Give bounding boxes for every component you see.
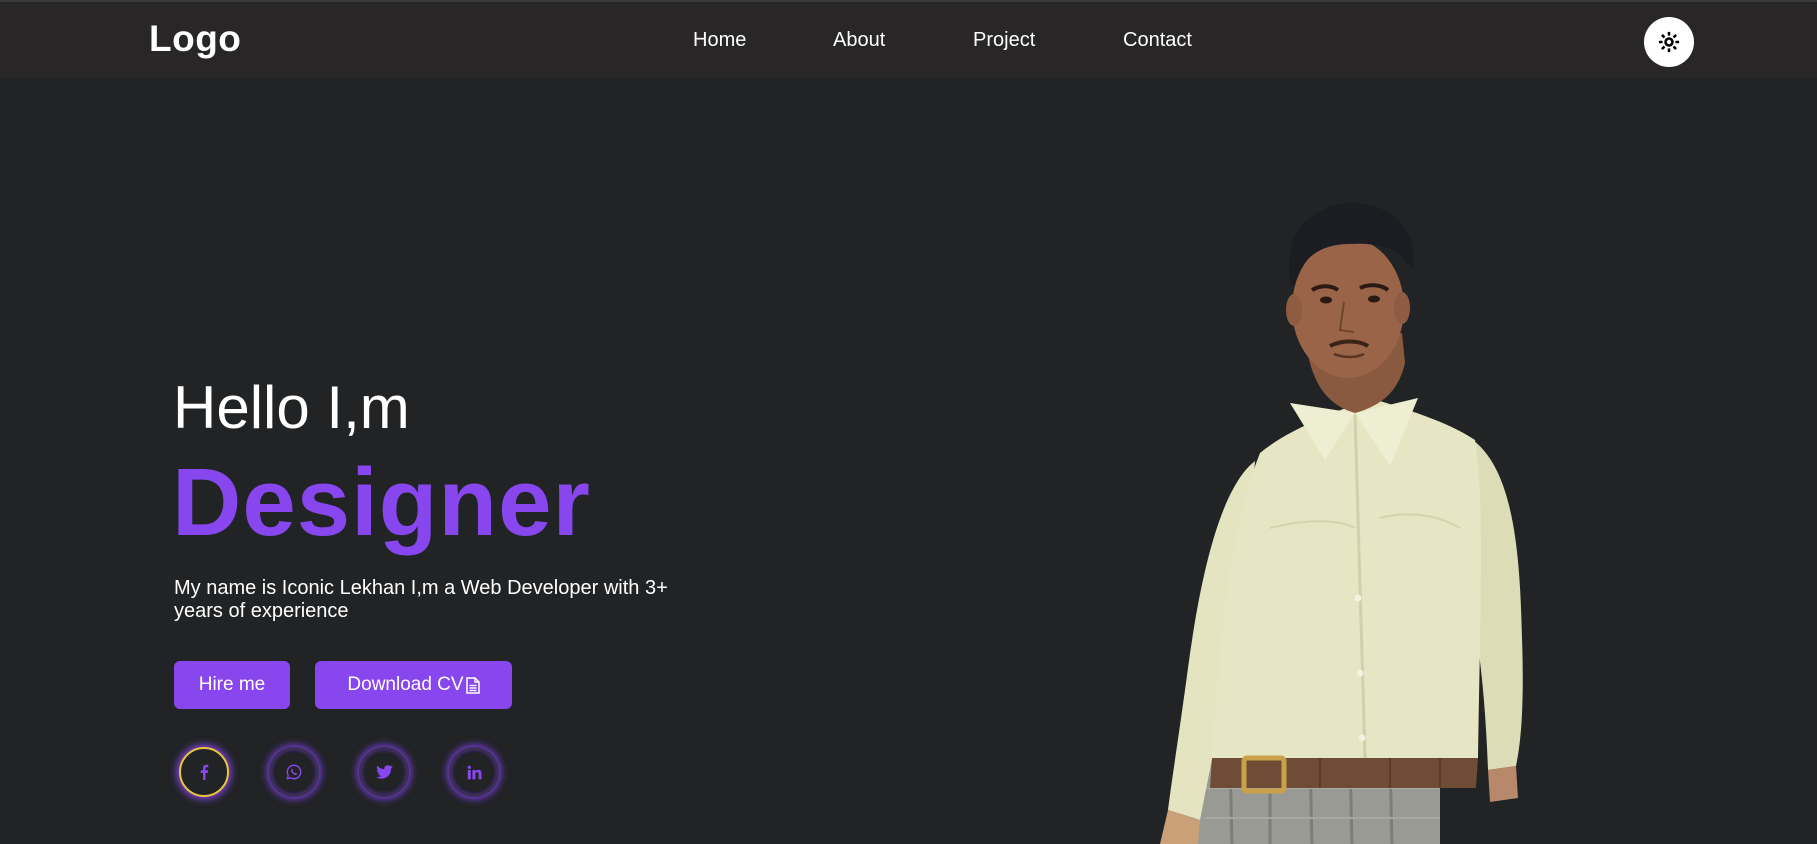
sun-icon <box>1658 31 1680 53</box>
download-cv-label: Download CV <box>347 674 464 695</box>
logo[interactable]: Logo <box>149 18 241 60</box>
nav-home-link[interactable]: Home <box>693 29 746 52</box>
linkedin-link[interactable] <box>449 747 499 797</box>
linkedin-icon <box>467 765 482 779</box>
hero-role-title: Designer <box>172 449 591 556</box>
hire-me-label: Hire me <box>198 674 266 695</box>
profile-photo <box>1160 203 1523 844</box>
facebook-link[interactable] <box>179 747 229 797</box>
portfolio-page: Logo Home About Project Contact Hello I,… <box>0 0 1817 844</box>
whatsapp-link[interactable] <box>269 747 319 797</box>
file-icon <box>465 676 480 694</box>
nav-contact-link[interactable]: Contact <box>1123 29 1192 52</box>
navbar: Logo Home About Project Contact <box>0 0 1817 78</box>
whatsapp-icon <box>286 764 302 780</box>
twitter-icon <box>375 765 393 779</box>
facebook-icon <box>200 764 209 780</box>
hero-greeting: Hello I,m <box>173 374 410 441</box>
nav-about-link[interactable]: About <box>833 29 885 52</box>
hero-description: My name is Iconic Lekhan I,m a Web Devel… <box>174 577 668 622</box>
twitter-link[interactable] <box>359 747 409 797</box>
download-cv-button[interactable]: Download CV <box>315 661 512 709</box>
hire-me-button[interactable]: Hire me <box>174 661 290 709</box>
theme-toggle-button[interactable] <box>1644 17 1694 67</box>
nav-project-link[interactable]: Project <box>973 29 1035 52</box>
